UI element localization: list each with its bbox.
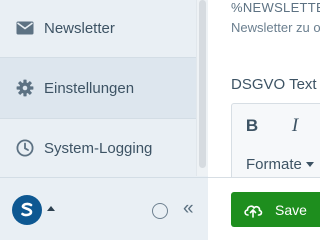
sidebar-scrollbar[interactable] [196,0,208,176]
sidebar-item-newsletter[interactable]: Newsletter [0,0,196,58]
placeholder-text: %NEWSLETTER [231,0,320,15]
dsgvo-text-label: DSGVO Text [231,76,317,93]
brand-logo-icon[interactable] [12,195,42,225]
clock-icon [15,138,35,158]
envelope-icon [15,18,35,38]
gear-icon [15,78,35,98]
sidebar-item-label: Einstellungen [44,79,135,97]
chevron-down-icon [305,162,314,167]
caret-up-icon[interactable] [47,206,55,211]
sidebar-item-system-logging[interactable]: System-Logging [0,118,196,178]
save-label: Save [275,201,307,218]
bold-button[interactable]: B [239,113,265,139]
sidebar-footer [0,177,208,240]
sidebar-item-einstellungen[interactable]: Einstellungen [0,58,196,118]
scrollbar-thumb[interactable] [199,0,206,168]
formats-label: Formate [246,156,302,173]
save-button[interactable]: Save [231,192,320,227]
collapse-sidebar-icon[interactable]: « [183,199,194,218]
italic-button[interactable]: I [282,113,308,139]
sidebar-item-label: System-Logging [44,139,153,157]
sidebar-item-label: Newsletter [44,19,115,37]
formats-dropdown[interactable]: Formate [246,156,314,173]
circle-icon[interactable] [152,203,168,219]
cloud-upload-icon [243,201,263,219]
description-text: Newsletter zu o [231,20,320,35]
